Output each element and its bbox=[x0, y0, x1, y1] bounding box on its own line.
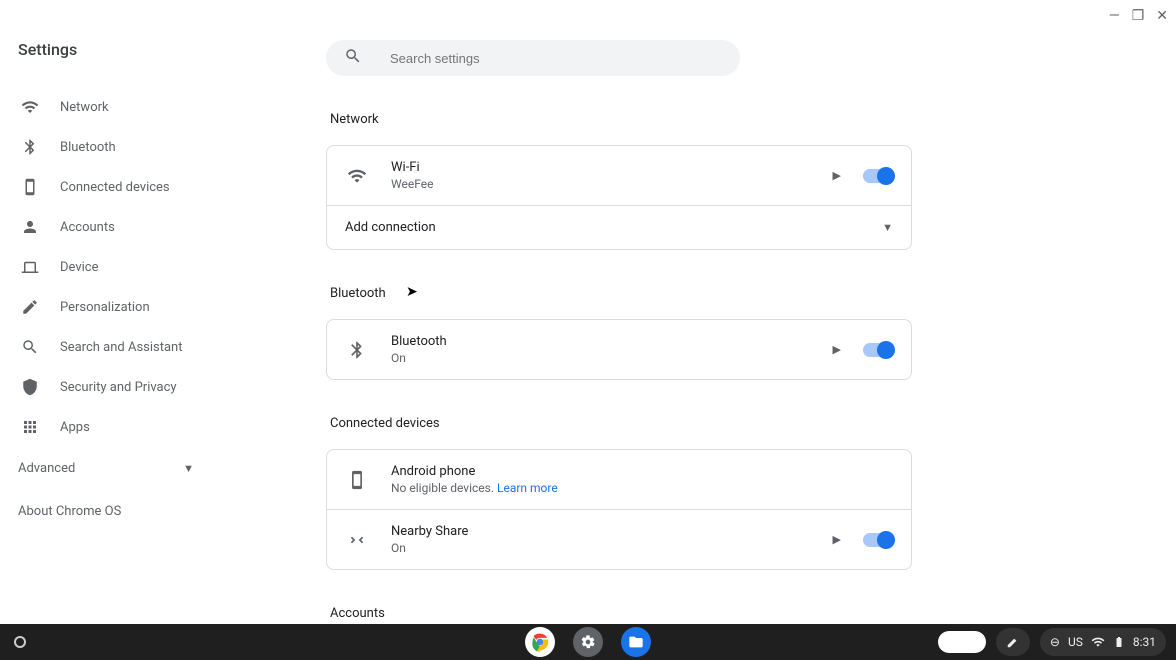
main-content: Network Wi-Fi WeeFee ▶ Add connection ▼ … bbox=[246, 0, 1176, 624]
android-phone-row[interactable]: Android phone No eligible devices. Learn… bbox=[327, 450, 911, 509]
sidebar-item-label: Network bbox=[60, 100, 109, 115]
bluetooth-row[interactable]: Bluetooth On ▶ bbox=[327, 320, 911, 379]
laptop-icon bbox=[20, 258, 40, 276]
sidebar-item-accounts[interactable]: Accounts bbox=[18, 207, 246, 247]
notifications-icon: ⊖ bbox=[1050, 635, 1060, 649]
advanced-toggle[interactable]: Advanced ▼ bbox=[18, 461, 246, 476]
settings-app-icon[interactable] bbox=[573, 627, 603, 657]
add-connection-row[interactable]: Add connection ▼ bbox=[327, 205, 911, 249]
phone-icon bbox=[345, 470, 369, 490]
nearby-share-icon bbox=[345, 530, 369, 550]
search-icon bbox=[20, 338, 40, 356]
sidebar-item-label: Search and Assistant bbox=[60, 340, 183, 355]
wifi-row[interactable]: Wi-Fi WeeFee ▶ bbox=[327, 146, 911, 205]
sidebar-item-apps[interactable]: Apps bbox=[18, 407, 246, 447]
weather-pill[interactable] bbox=[938, 631, 986, 653]
sidebar-item-label: Personalization bbox=[60, 300, 150, 315]
phone-icon bbox=[20, 178, 40, 196]
nearby-share-row[interactable]: Nearby Share On ▶ bbox=[327, 509, 911, 569]
android-phone-title: Android phone bbox=[391, 464, 893, 479]
stylus-tray[interactable] bbox=[996, 628, 1030, 656]
bluetooth-title: Bluetooth bbox=[391, 334, 811, 349]
section-label-bluetooth: Bluetooth bbox=[330, 286, 1176, 301]
status-tray[interactable]: ⊖ US 8:31 bbox=[1040, 628, 1166, 656]
section-label-network: Network bbox=[330, 112, 1176, 127]
sidebar-item-label: Accounts bbox=[60, 220, 115, 235]
android-phone-subtitle: No eligible devices. Learn more bbox=[391, 481, 893, 495]
sidebar-item-label: Security and Privacy bbox=[60, 380, 177, 395]
learn-more-link[interactable]: Learn more bbox=[497, 481, 558, 495]
search-bar[interactable] bbox=[326, 40, 740, 76]
restore-button[interactable]: ❐ bbox=[1132, 8, 1145, 24]
shelf: ⊖ US 8:31 bbox=[0, 624, 1176, 660]
shield-icon bbox=[20, 378, 40, 396]
sidebar-item-label: Connected devices bbox=[60, 180, 170, 195]
section-label-accounts: Accounts bbox=[330, 606, 1176, 621]
chevron-right-icon: ▶ bbox=[833, 343, 841, 356]
sidebar-item-security[interactable]: Security and Privacy bbox=[18, 367, 246, 407]
launcher-button[interactable] bbox=[14, 636, 26, 648]
wifi-title: Wi-Fi bbox=[391, 160, 811, 175]
about-chrome-os[interactable]: About Chrome OS bbox=[18, 504, 246, 519]
nearby-share-title: Nearby Share bbox=[391, 524, 811, 539]
wifi-network-name: WeeFee bbox=[391, 177, 811, 191]
sidebar-item-device[interactable]: Device bbox=[18, 247, 246, 287]
sidebar-item-label: Apps bbox=[60, 420, 90, 435]
wifi-toggle[interactable] bbox=[863, 169, 893, 183]
chevron-right-icon: ▶ bbox=[833, 533, 841, 546]
window-controls: — ❐ ✕ bbox=[1109, 8, 1168, 24]
files-app-icon[interactable] bbox=[621, 627, 651, 657]
close-button[interactable]: ✕ bbox=[1156, 8, 1168, 24]
bluetooth-status: On bbox=[391, 351, 811, 365]
sidebar-item-label: Bluetooth bbox=[60, 140, 116, 155]
advanced-label: Advanced bbox=[18, 461, 75, 476]
nearby-share-status: On bbox=[391, 541, 811, 555]
search-icon bbox=[344, 47, 362, 69]
sidebar-item-bluetooth[interactable]: Bluetooth bbox=[18, 127, 246, 167]
chevron-right-icon: ▶ bbox=[833, 169, 841, 182]
minimize-button[interactable]: — bbox=[1109, 8, 1120, 24]
add-connection-label: Add connection bbox=[345, 220, 882, 235]
sidebar: Settings Network Bluetooth Connected dev… bbox=[0, 0, 246, 624]
page-title: Settings bbox=[18, 40, 246, 59]
section-label-connected-devices: Connected devices bbox=[330, 416, 1176, 431]
sidebar-item-network[interactable]: Network bbox=[18, 87, 246, 127]
bluetooth-icon bbox=[345, 340, 369, 360]
search-input[interactable] bbox=[390, 51, 722, 66]
bluetooth-icon bbox=[20, 138, 40, 156]
bluetooth-toggle[interactable] bbox=[863, 343, 893, 357]
ime-label: US bbox=[1068, 635, 1083, 649]
battery-tray-icon bbox=[1113, 635, 1125, 649]
sidebar-item-connected-devices[interactable]: Connected devices bbox=[18, 167, 246, 207]
sidebar-item-label: Device bbox=[60, 260, 99, 275]
apps-icon bbox=[20, 418, 40, 436]
chrome-app-icon[interactable] bbox=[525, 627, 555, 657]
sidebar-item-personalization[interactable]: Personalization bbox=[18, 287, 246, 327]
bluetooth-card: Bluetooth On ▶ bbox=[326, 319, 912, 380]
wifi-icon bbox=[345, 166, 369, 186]
connected-devices-card: Android phone No eligible devices. Learn… bbox=[326, 449, 912, 570]
wifi-tray-icon bbox=[1091, 635, 1105, 649]
nearby-share-toggle[interactable] bbox=[863, 533, 893, 547]
person-icon bbox=[20, 218, 40, 236]
system-tray: ⊖ US 8:31 bbox=[938, 628, 1176, 656]
sidebar-item-search-assistant[interactable]: Search and Assistant bbox=[18, 327, 246, 367]
chevron-down-icon: ▼ bbox=[183, 462, 194, 475]
network-card: Wi-Fi WeeFee ▶ Add connection ▼ bbox=[326, 145, 912, 250]
clock: 8:31 bbox=[1133, 635, 1156, 649]
chevron-down-icon: ▼ bbox=[882, 221, 893, 234]
wifi-icon bbox=[20, 98, 40, 116]
edit-icon bbox=[20, 298, 40, 316]
